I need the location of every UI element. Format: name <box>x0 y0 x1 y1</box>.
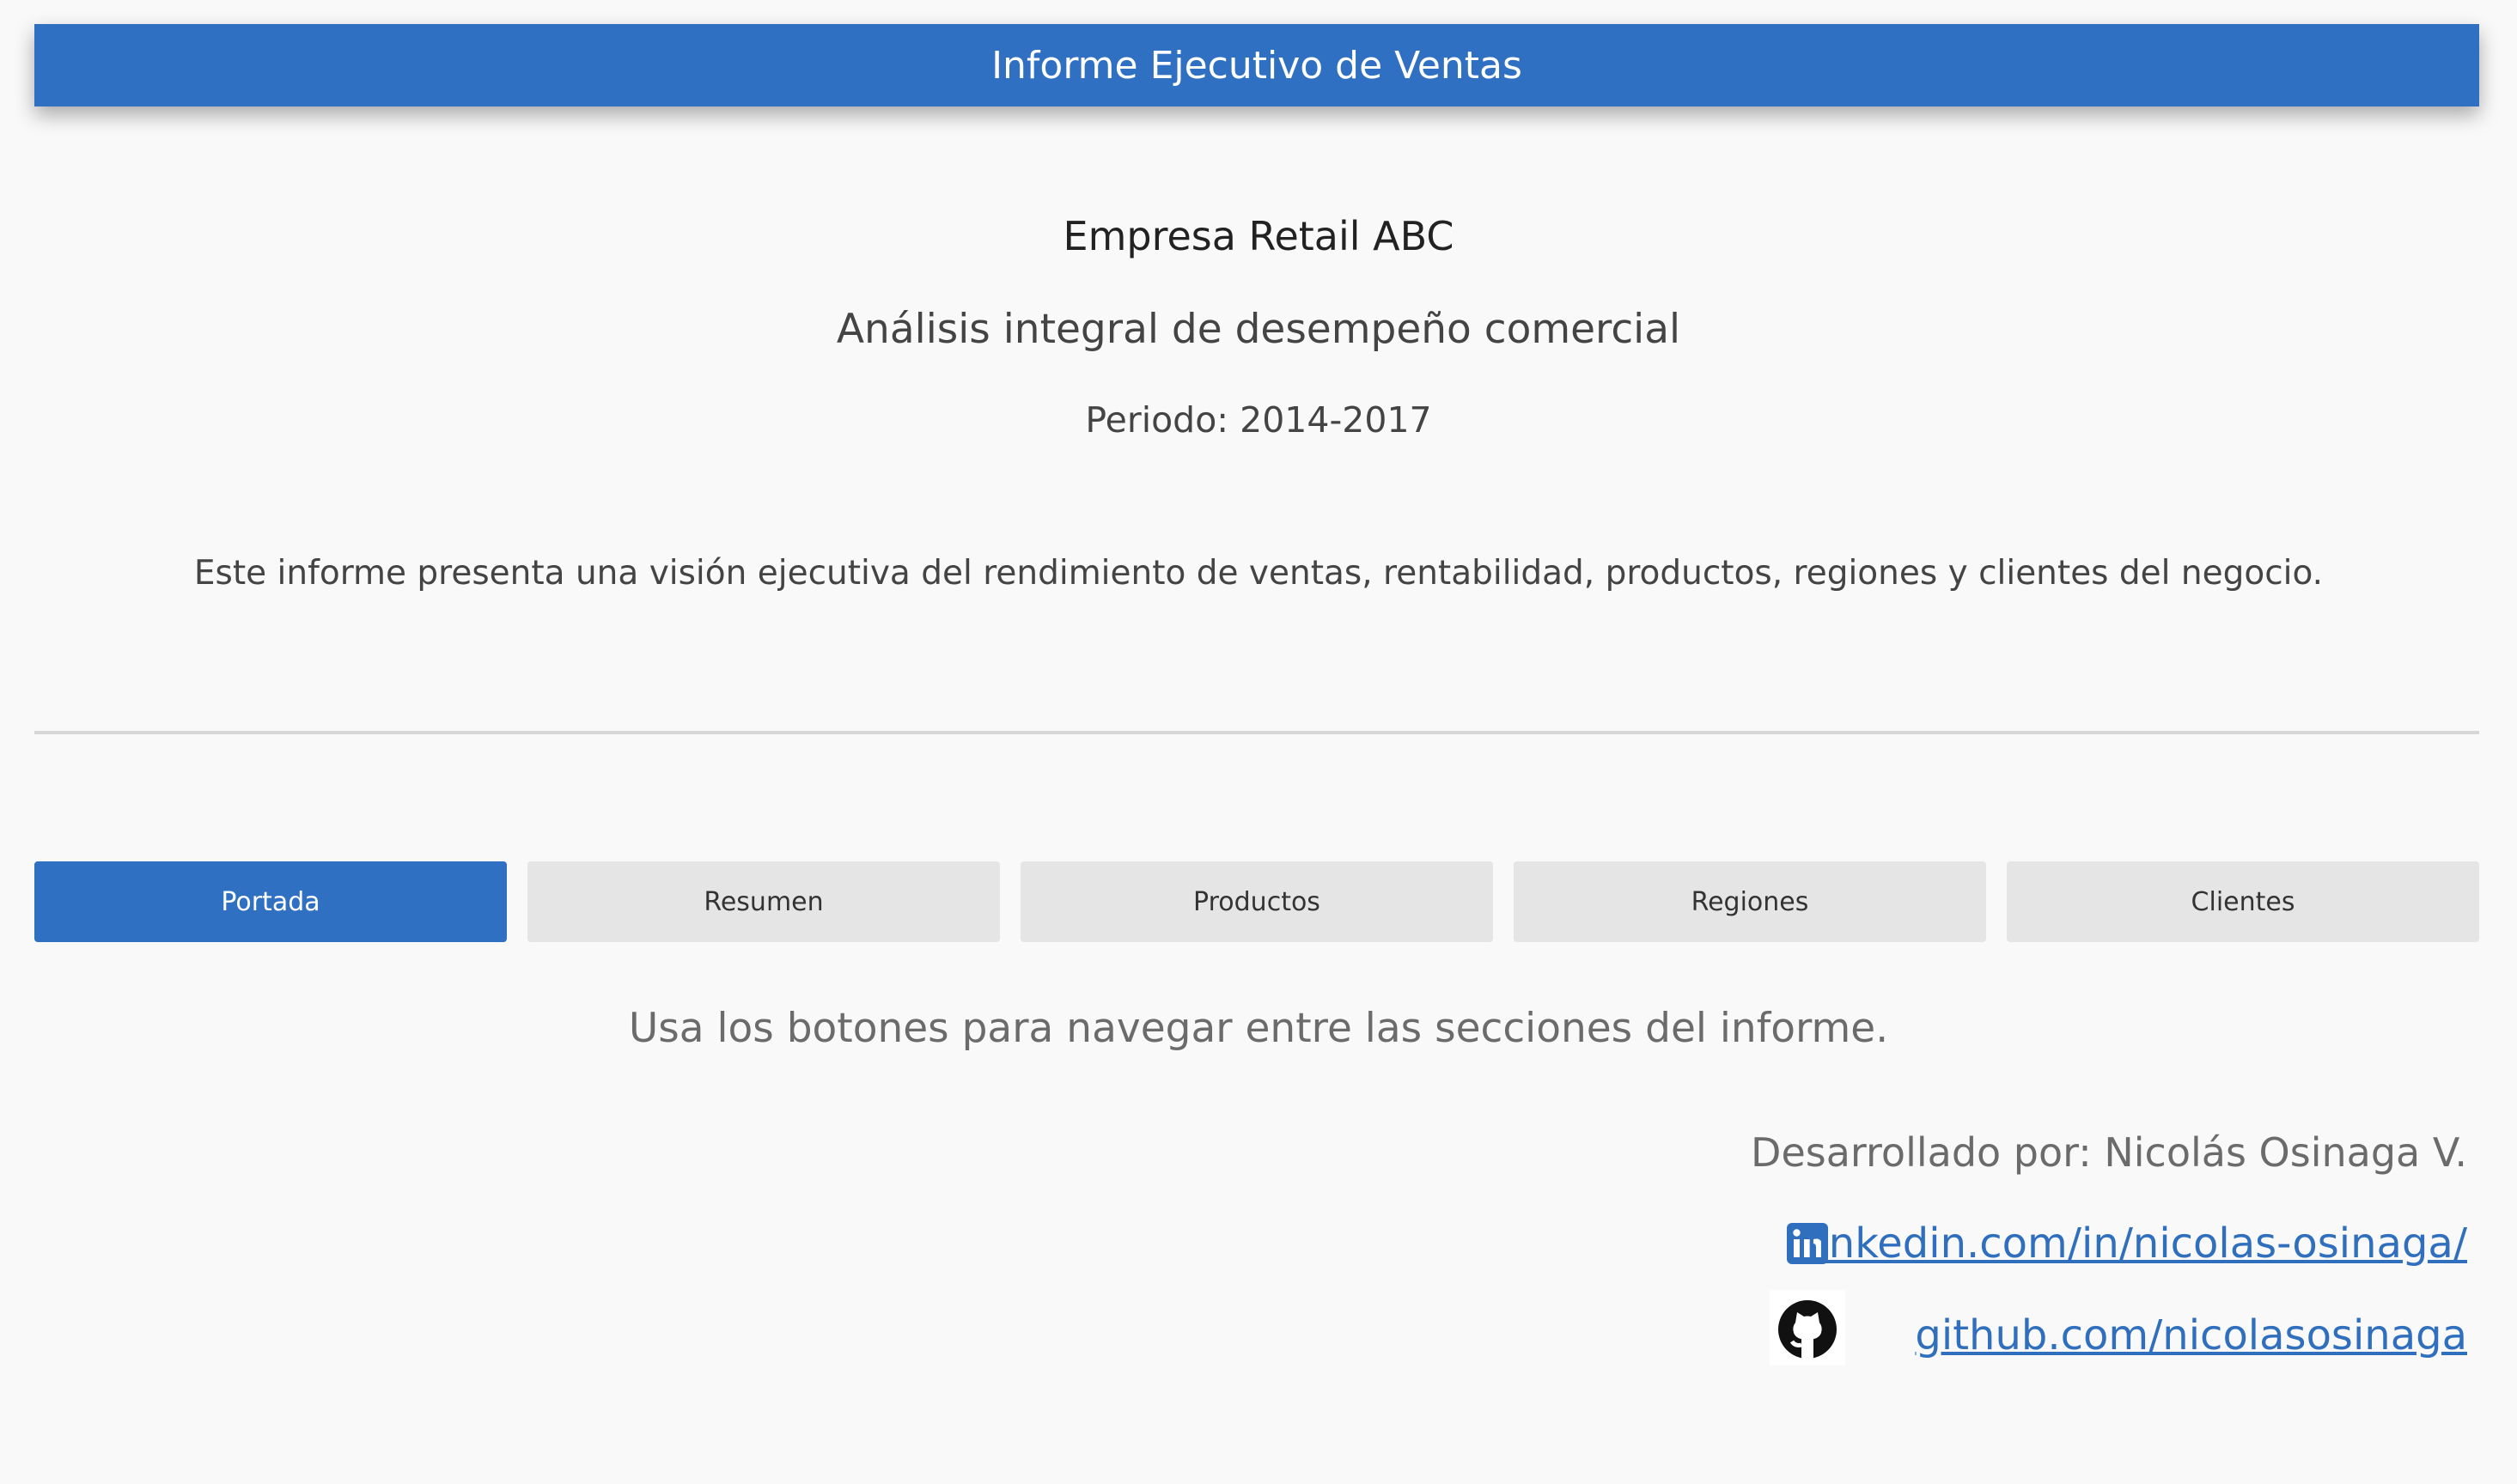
report-subtitle: Análisis integral de desempeño comercial <box>836 306 1681 353</box>
navigation-hint: Usa los botones para navegar entre las s… <box>628 1005 1889 1052</box>
report-period: Periodo: 2014-2017 <box>1085 399 1432 441</box>
tab-regiones[interactable]: Regiones <box>1514 861 1986 942</box>
section-nav: Portada Resumen Productos Regiones Clien… <box>34 861 2479 942</box>
company-name: Empresa Retail ABC <box>1063 213 1454 259</box>
tab-clientes[interactable]: Clientes <box>2007 861 2479 942</box>
title-bar: Informe Ejecutivo de Ventas <box>34 24 2479 106</box>
section-divider <box>34 731 2479 734</box>
tab-resumen[interactable]: Resumen <box>527 861 1000 942</box>
github-icon[interactable] <box>1770 1290 1845 1365</box>
linkedin-link[interactable]: linkedin.com/in/nicolas-osinaga/ <box>1806 1219 2467 1268</box>
tab-portada[interactable]: Portada <box>34 861 507 942</box>
report-description: Este informe presenta una visión ejecuti… <box>193 554 2324 593</box>
tab-productos[interactable]: Productos <box>1021 861 1493 942</box>
report-title: Informe Ejecutivo de Ventas <box>991 43 1522 88</box>
report-page: Informe Ejecutivo de Ventas Empresa Reta… <box>0 0 2517 1484</box>
developer-credit: Desarrollado por: Nicolás Osinaga V. <box>1751 1129 2467 1176</box>
github-link[interactable]: github.com/nicolasosinaga <box>1915 1311 2467 1359</box>
